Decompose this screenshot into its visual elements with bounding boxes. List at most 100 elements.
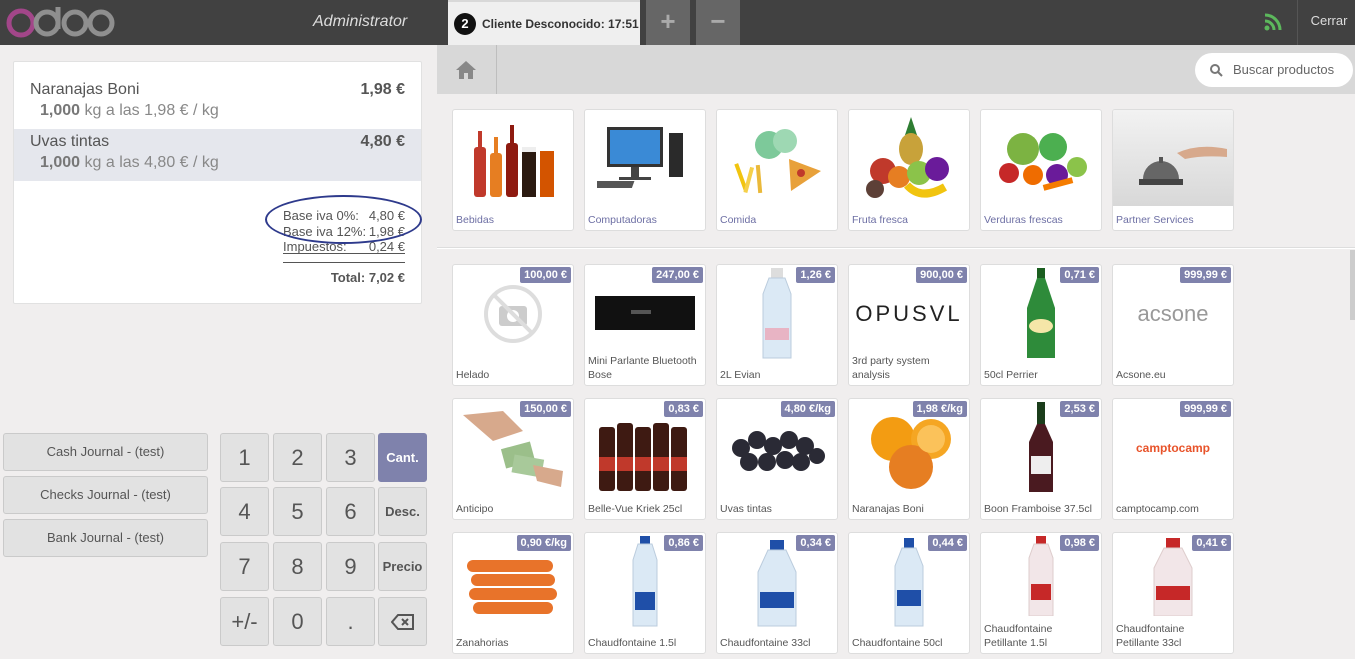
product-mini-parlante[interactable]: 247,00 € Mini Parlante Bluetooth Bose — [584, 264, 706, 386]
price-tag: 4,80 €/kg — [780, 401, 835, 417]
acsone-logo-text: acsone — [1137, 301, 1209, 326]
search-input[interactable]: Buscar productos — [1195, 53, 1353, 87]
product-name: Boon Framboise 37.5cl — [984, 503, 1092, 515]
numpad-key-2[interactable]: 2 — [273, 433, 322, 482]
product-name: Chaudfontaine 1.5l — [588, 637, 677, 649]
numpad-key-5[interactable]: 5 — [273, 487, 322, 536]
product-3rd-party-system-analysis[interactable]: OPUSVL 900,00 € 3rd party system analysi… — [848, 264, 970, 386]
category-computadoras[interactable]: Computadoras — [584, 109, 706, 231]
product-name: Chaudfontaine Petillante 1.5l — [984, 623, 1053, 649]
home-category-button[interactable] — [437, 45, 497, 94]
numpad-key-4[interactable]: 4 — [220, 487, 269, 536]
price-tag: 0,41 € — [1192, 535, 1231, 551]
product-name: Uvas tintas — [720, 503, 772, 515]
topbar-divider — [1297, 0, 1298, 45]
delete-order-button[interactable]: − — [696, 0, 740, 45]
product-uvas-tintas[interactable]: 4,80 €/kg Uvas tintas — [716, 398, 838, 520]
numpad-key-8[interactable]: 8 — [273, 542, 322, 591]
drinks-image — [461, 113, 565, 205]
odoo-logo — [4, 3, 116, 41]
search-icon — [1210, 64, 1223, 77]
price-tag: 0,86 € — [664, 535, 703, 551]
order-number-badge: 2 — [454, 12, 476, 35]
bank-journal-button[interactable]: Bank Journal - (test) — [3, 519, 208, 557]
product-name: Helado — [456, 369, 490, 381]
product-helado[interactable]: 100,00 € Helado — [452, 264, 574, 386]
orderline[interactable]: Naranajas Boni 1,98 € 1,000 kg a las 1,9… — [14, 77, 421, 129]
product-chaudfontaine-50cl[interactable]: 0,44 € Chaudfontaine 50cl — [848, 532, 970, 654]
price-tag: 2,53 € — [1060, 401, 1099, 417]
category-name: Bebidas — [456, 214, 494, 226]
cash-journal-button[interactable]: Cash Journal - (test) — [3, 433, 208, 471]
product-anticipo[interactable]: 150,00 € Anticipo — [452, 398, 574, 520]
order-name: Cliente Desconocido: 17:51 — [482, 16, 639, 31]
orderline-qty: 1,000 — [40, 102, 81, 119]
vegetables-image — [989, 113, 1093, 205]
product-name: camptocamp.com — [1116, 503, 1199, 515]
top-bar: Administrator 2 Cliente Desconocido: 17:… — [0, 0, 1355, 45]
product-chaudfontaine-33cl[interactable]: 0,34 € Chaudfontaine 33cl — [716, 532, 838, 654]
category-name: Computadoras — [588, 214, 657, 226]
numpad-key-sign[interactable]: +/- — [220, 597, 269, 646]
product-boon-framboise[interactable]: 2,53 € Boon Framboise 37.5cl — [980, 398, 1102, 520]
new-order-button[interactable]: + — [646, 0, 690, 45]
product-list-scrollbar[interactable] — [1350, 250, 1355, 320]
numpad-key-6[interactable]: 6 — [326, 487, 375, 536]
numpad-key-decimal[interactable]: . — [326, 597, 375, 646]
category-comida[interactable]: Comida — [716, 109, 838, 231]
product-name: Acsone.eu — [1116, 369, 1166, 381]
product-naranajas-boni[interactable]: 1,98 €/kg Naranajas Boni — [848, 398, 970, 520]
orderline-info: 1,000 kg a las 1,98 € / kg — [40, 102, 219, 120]
price-tag: 1,98 €/kg — [912, 401, 967, 417]
category-fruta-fresca[interactable]: Fruta fresca — [848, 109, 970, 231]
food-image — [725, 113, 829, 205]
checks-journal-button[interactable]: Checks Journal - (test) — [3, 476, 208, 514]
orderline-price: 4,80 € — [360, 133, 405, 150]
numpad-key-0[interactable]: 0 — [273, 597, 322, 646]
category-bebidas[interactable]: Bebidas — [452, 109, 574, 231]
product-name: Naranajas Boni — [852, 503, 924, 515]
price-tag: 999,99 € — [1180, 267, 1231, 283]
username[interactable]: Administrator — [313, 13, 407, 31]
product-acsone[interactable]: acsone 999,99 € Acsone.eu — [1112, 264, 1234, 386]
order-receipt: Naranajas Boni 1,98 € 1,000 kg a las 1,9… — [13, 61, 422, 304]
product-chaudfontaine-petillante-1-5l[interactable]: 0,98 € Chaudfontaine Petillante 1.5l — [980, 532, 1102, 654]
product-belle-vue-kriek[interactable]: 0,83 € Belle-Vue Kriek 25cl — [584, 398, 706, 520]
product-name: 50cl Perrier — [984, 369, 1038, 381]
numpad-backspace-button[interactable] — [378, 597, 427, 646]
price-tag: 0,34 € — [796, 535, 835, 551]
product-name: Zanahorias — [456, 637, 509, 649]
product-camptocamp[interactable]: camptocamp 999,99 € camptocamp.com — [1112, 398, 1234, 520]
close-button[interactable]: Cerrar — [1303, 13, 1355, 28]
product-chaudfontaine-petillante-33cl[interactable]: 0,41 € Chaudfontaine Petillante 33cl — [1112, 532, 1234, 654]
mode-quantity-button[interactable]: Cant. — [378, 433, 427, 482]
product-2l-evian[interactable]: 1,26 € 2L Evian — [716, 264, 838, 386]
order-tab[interactable]: 2 Cliente Desconocido: 17:51 — [448, 0, 640, 45]
numpad-key-7[interactable]: 7 — [220, 542, 269, 591]
service-bell-image — [1113, 110, 1233, 206]
search-placeholder: Buscar productos — [1233, 62, 1335, 77]
price-tag: 0,98 € — [1060, 535, 1099, 551]
orderline-price: 1,98 € — [360, 81, 405, 98]
price-tag: 0,44 € — [928, 535, 967, 551]
numpad-key-1[interactable]: 1 — [220, 433, 269, 482]
orderline-info: 1,000 kg a las 4,80 € / kg — [40, 154, 219, 172]
mode-price-button[interactable]: Precio — [378, 542, 427, 591]
category-verduras-frescas[interactable]: Verduras frescas — [980, 109, 1102, 231]
product-50cl-perrier[interactable]: 0,71 € 50cl Perrier — [980, 264, 1102, 386]
product-name: Anticipo — [456, 503, 494, 515]
product-chaudfontaine-1-5l[interactable]: 0,86 € Chaudfontaine 1.5l — [584, 532, 706, 654]
product-zanahorias[interactable]: 0,90 €/kg Zanahorias — [452, 532, 574, 654]
orderline-qty: 1,000 — [40, 154, 81, 171]
price-tag: 0,83 € — [664, 401, 703, 417]
numpad-key-3[interactable]: 3 — [326, 433, 375, 482]
orderline-selected[interactable]: Uvas tintas 4,80 € 1,000 kg a las 4,80 €… — [14, 129, 421, 181]
orderline-product: Uvas tintas — [30, 133, 110, 150]
mode-discount-button[interactable]: Desc. — [378, 487, 427, 536]
category-name: Partner Services — [1116, 214, 1194, 226]
connection-status-icon — [1263, 12, 1283, 32]
price-tag: 999,99 € — [1180, 401, 1231, 417]
category-breadcrumb-bar: Buscar productos — [437, 45, 1355, 94]
category-partner-services[interactable]: Partner Services — [1112, 109, 1234, 231]
numpad-key-9[interactable]: 9 — [326, 542, 375, 591]
